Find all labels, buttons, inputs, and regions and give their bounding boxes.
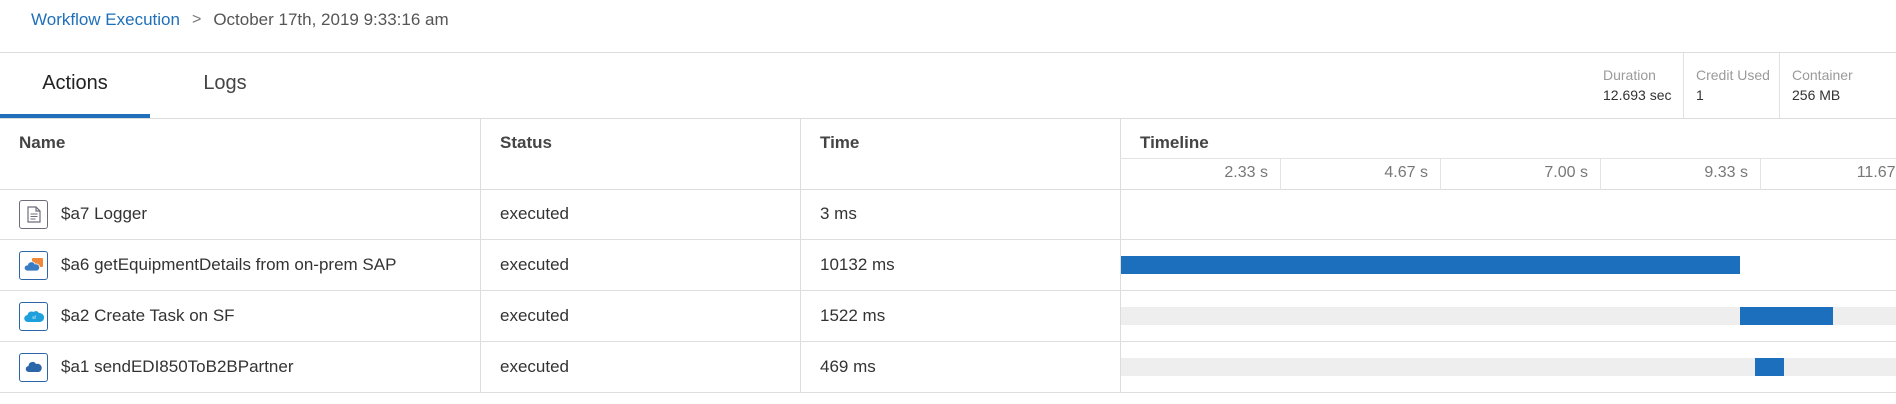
cell-time: 1522 ms: [800, 291, 1120, 341]
stat-duration-label: Duration: [1603, 67, 1656, 83]
salesforce-icon: sf: [19, 301, 48, 331]
cloud-icon: [19, 352, 48, 382]
column-header-time: Time: [800, 119, 1120, 189]
action-name: $a6 getEquipmentDetails from on-prem SAP: [61, 255, 397, 274]
action-name: $a7 Logger: [61, 204, 148, 223]
timeline-bar: [1755, 358, 1784, 376]
stat-container: Container 256 MB: [1779, 53, 1879, 118]
cell-time: 3 ms: [800, 189, 1120, 239]
stat-credit-used-value: 1: [1696, 87, 1704, 103]
column-header-status: Status: [480, 119, 800, 189]
stat-credit-used-label: Credit Used: [1696, 67, 1770, 83]
stat-container-value: 256 MB: [1792, 87, 1841, 103]
cell-name: $a1 sendEDI850ToB2BPartner: [0, 342, 480, 392]
cloud-sap-icon: [19, 250, 48, 280]
stat-container-label: Container: [1792, 67, 1853, 83]
cell-status: executed: [480, 342, 800, 392]
execution-stats: Duration 12.693 sec Credit Used 1 Contai…: [1590, 53, 1879, 118]
table-row[interactable]: $a7 Logger executed 3 ms: [0, 189, 1896, 240]
cell-timeline: [1120, 240, 1896, 290]
stat-duration: Duration 12.693 sec: [1590, 53, 1683, 118]
timeline-bar: [1740, 307, 1833, 325]
column-header-name: Name: [19, 133, 66, 152]
tab-logs[interactable]: Logs: [150, 53, 300, 118]
cell-status: executed: [480, 240, 800, 290]
action-name: $a1 sendEDI850ToB2BPartner: [61, 357, 294, 376]
cell-time: 469 ms: [800, 342, 1120, 392]
tab-actions-label: Actions: [42, 72, 108, 94]
cell-status: executed: [480, 189, 800, 239]
tab-logs-label: Logs: [203, 72, 247, 94]
timeline-tick: 4.67 s: [1280, 159, 1440, 190]
tab-actions[interactable]: Actions: [0, 53, 150, 118]
timeline-bar: [1121, 256, 1740, 274]
timeline-tick: 2.33 s: [1224, 164, 1268, 181]
table-row[interactable]: $a6 getEquipmentDetails from on-prem SAP…: [0, 240, 1896, 291]
breadcrumb: Workflow Execution > October 17th, 2019 …: [31, 8, 449, 32]
table-row[interactable]: sf $a2 Create Task on SF executed 1522 m…: [0, 291, 1896, 342]
breadcrumb-workflow-execution-link[interactable]: Workflow Execution: [31, 10, 180, 30]
cell-name: $a7 Logger: [0, 189, 480, 239]
cell-timeline: [1120, 189, 1896, 239]
timeline-tick: 11.67 s: [1760, 159, 1896, 190]
table-row[interactable]: $a1 sendEDI850ToB2BPartner executed 469 …: [0, 342, 1896, 393]
breadcrumb-separator: >: [191, 11, 202, 28]
timeline-tick: 7.00 s: [1440, 159, 1600, 190]
document-icon: [19, 199, 48, 229]
cell-name: sf $a2 Create Task on SF: [0, 291, 480, 341]
cell-timeline: [1120, 342, 1896, 392]
action-name: $a2 Create Task on SF: [61, 306, 235, 325]
stat-credit-used: Credit Used 1: [1683, 53, 1779, 118]
cell-timeline: [1120, 291, 1896, 341]
cell-name: $a6 getEquipmentDetails from on-prem SAP: [0, 240, 480, 290]
timeline-axis: 2.33 s 4.67 s 7.00 s 9.33 s 11.67 s: [1120, 158, 1896, 190]
cell-status: executed: [480, 291, 800, 341]
actions-table-body: $a7 Logger executed 3 ms $a6 getEquipmen…: [0, 189, 1896, 393]
timeline-tick: 9.33 s: [1600, 159, 1760, 190]
breadcrumb-current: October 17th, 2019 9:33:16 am: [213, 10, 449, 29]
cell-time: 10132 ms: [800, 240, 1120, 290]
stat-duration-value: 12.693 sec: [1603, 87, 1672, 103]
